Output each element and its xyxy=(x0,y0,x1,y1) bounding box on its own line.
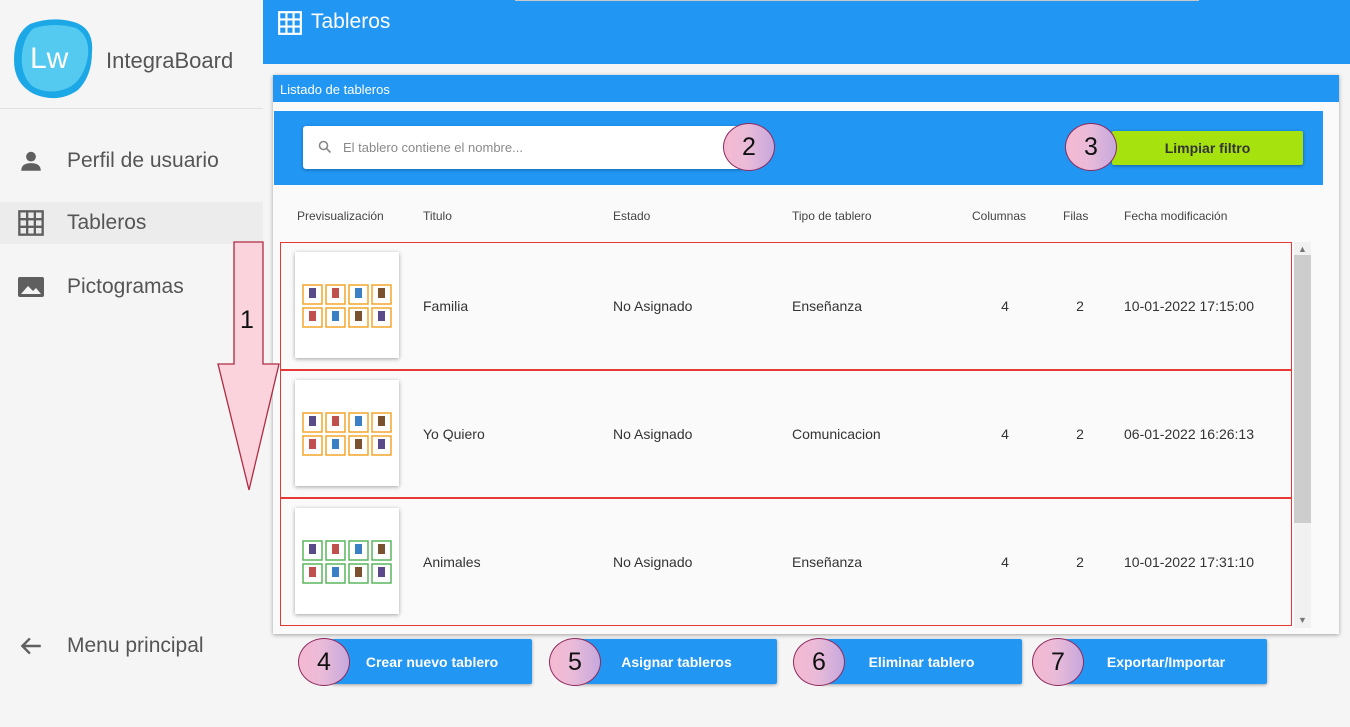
cell-title: Yo Quiero xyxy=(423,426,485,442)
cell-status: No Asignado xyxy=(613,298,693,314)
app-name: IntegraBoard xyxy=(106,48,234,73)
cell-columns: 4 xyxy=(1001,426,1009,442)
cell-modified: 06-01-2022 16:26:13 xyxy=(1124,426,1254,442)
cell-type: Enseñanza xyxy=(792,298,863,314)
preview-pictogram xyxy=(332,544,339,554)
grid-icon xyxy=(277,10,303,41)
app-logo: Lw xyxy=(12,18,94,100)
assign-boards-button[interactable]: Asignar tableros xyxy=(576,639,777,684)
preview-pictogram xyxy=(378,311,385,321)
grid-icon xyxy=(16,208,46,238)
callout-number-5: 5 xyxy=(549,638,601,686)
cell-columns: 4 xyxy=(1001,554,1009,570)
table-row[interactable]: Familia No Asignado Enseñanza 4 2 10-01-… xyxy=(280,242,1292,370)
preview-pictogram xyxy=(309,416,316,426)
callout-number-2: 2 xyxy=(723,123,775,171)
preview-pictogram xyxy=(309,439,316,449)
cell-title: Animales xyxy=(423,554,481,570)
cell-modified: 10-01-2022 17:15:00 xyxy=(1124,298,1254,314)
sidebar-item-label: Perfil de usuario xyxy=(67,149,219,172)
callout-number-6: 6 xyxy=(793,638,845,686)
preview-pictogram xyxy=(332,439,339,449)
preview-pictogram xyxy=(309,288,316,298)
preview-pictogram xyxy=(332,288,339,298)
search-input[interactable] xyxy=(343,126,723,169)
back-to-main-menu[interactable]: Menu principal xyxy=(0,625,263,667)
cell-rows: 2 xyxy=(1076,554,1084,570)
preview-pictogram xyxy=(355,416,362,426)
top-divider xyxy=(515,0,1199,1)
logo-text: Lw xyxy=(30,42,69,75)
preview-pictogram xyxy=(378,439,385,449)
sidebar-divider xyxy=(0,108,263,109)
page-title: Tableros xyxy=(311,10,391,33)
preview-pictogram xyxy=(378,567,385,577)
column-header-status[interactable]: Estado xyxy=(613,209,650,223)
cell-rows: 2 xyxy=(1076,298,1084,314)
callout-number-7: 7 xyxy=(1032,638,1084,686)
callout-number-1: 1 xyxy=(240,306,254,334)
preview-pictogram xyxy=(378,416,385,426)
column-header-columns[interactable]: Columnas xyxy=(972,209,1026,223)
preview-pictogram xyxy=(355,311,362,321)
sidebar-item-label: Tableros xyxy=(67,211,147,234)
back-label: Menu principal xyxy=(67,634,204,657)
preview-pictogram xyxy=(332,311,339,321)
column-header-type[interactable]: Tipo de tablero xyxy=(792,209,872,223)
person-icon xyxy=(16,146,46,176)
scrollbar-thumb[interactable] xyxy=(1294,255,1311,523)
export-import-button[interactable]: Exportar/Importar xyxy=(1065,639,1267,684)
cell-modified: 10-01-2022 17:31:10 xyxy=(1124,554,1254,570)
board-preview-thumbnail xyxy=(295,380,399,486)
boards-panel: Listado de tableros Limpiar filtro Previ… xyxy=(273,75,1339,634)
search-icon xyxy=(318,140,332,159)
cell-type: Enseñanza xyxy=(792,554,863,570)
scroll-direction-arrow xyxy=(217,241,280,491)
preview-pictogram xyxy=(355,439,362,449)
preview-pictogram xyxy=(309,544,316,554)
filter-bar: Limpiar filtro xyxy=(274,111,1323,185)
callout-number-4: 4 xyxy=(298,638,350,686)
column-header-rows[interactable]: Filas xyxy=(1063,209,1088,223)
preview-pictogram xyxy=(378,288,385,298)
cell-status: No Asignado xyxy=(613,426,693,442)
board-preview-thumbnail xyxy=(295,252,399,358)
preview-pictogram xyxy=(355,544,362,554)
cell-title: Familia xyxy=(423,298,469,314)
create-board-button[interactable]: Crear nuevo tablero xyxy=(332,639,532,684)
table-row[interactable]: Animales No Asignado Enseñanza 4 2 10-01… xyxy=(280,498,1292,626)
preview-pictogram xyxy=(332,416,339,426)
scroll-down-arrow-icon[interactable]: ▼ xyxy=(1294,614,1311,627)
clear-filter-button[interactable]: Limpiar filtro xyxy=(1112,131,1303,165)
scroll-up-arrow-icon[interactable]: ▲ xyxy=(1294,243,1311,256)
preview-pictogram xyxy=(378,544,385,554)
arrow-left-icon xyxy=(16,631,46,661)
table-row[interactable]: Yo Quiero No Asignado Comunicacion 4 2 0… xyxy=(280,370,1292,498)
cell-columns: 4 xyxy=(1001,298,1009,314)
callout-number-3: 3 xyxy=(1065,123,1117,171)
search-box[interactable] xyxy=(303,126,743,169)
panel-title: Listado de tableros xyxy=(273,75,1339,102)
cell-type: Comunicacion xyxy=(792,426,881,442)
image-icon xyxy=(16,272,46,302)
cell-rows: 2 xyxy=(1076,426,1084,442)
cell-status: No Asignado xyxy=(613,554,693,570)
preview-pictogram xyxy=(355,567,362,577)
preview-pictogram xyxy=(309,311,316,321)
preview-pictogram xyxy=(355,288,362,298)
top-app-bar: Tableros xyxy=(263,0,1350,64)
column-header-preview[interactable]: Previsualización xyxy=(297,209,384,223)
preview-pictogram xyxy=(309,567,316,577)
column-header-title[interactable]: Titulo xyxy=(423,209,452,223)
sidebar-item-boards[interactable]: Tableros xyxy=(0,202,263,244)
column-header-modified[interactable]: Fecha modificación xyxy=(1124,209,1227,223)
board-preview-thumbnail xyxy=(295,508,399,614)
sidebar-item-label: Pictogramas xyxy=(67,275,184,298)
delete-board-button[interactable]: Eliminar tablero xyxy=(821,639,1022,684)
sidebar-item-profile[interactable]: Perfil de usuario xyxy=(0,140,263,182)
preview-pictogram xyxy=(332,567,339,577)
